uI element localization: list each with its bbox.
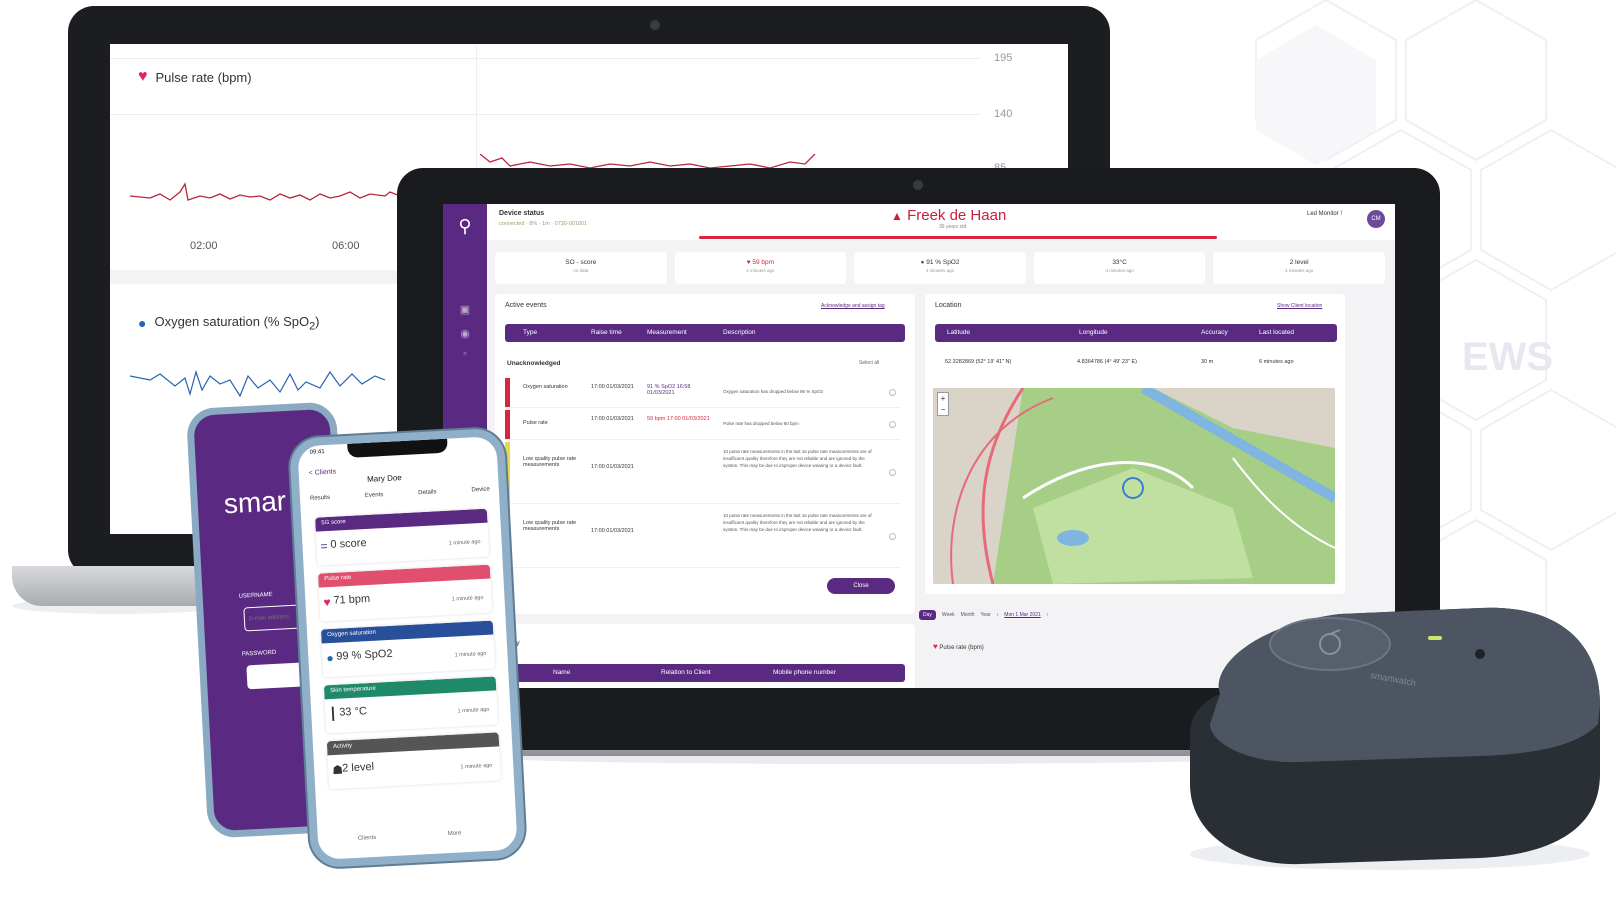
tab-device[interactable]: Device [471,486,490,493]
event-row[interactable]: Low quality pulse rate measurements 17:0… [505,442,900,504]
acknowledge-link[interactable]: Acknowledge and assign tag [821,303,885,309]
location-table-header: Latitude Longitude Accuracy Last located [935,324,1337,342]
stat-score[interactable]: SO - score no data [495,252,667,284]
clients-icon[interactable]: ▣ [455,300,475,320]
x-tick: 06:00 [332,240,360,252]
grid-line [110,58,980,59]
nav-more[interactable]: More [448,830,462,837]
stat-pulse[interactable]: ♥ 59 bpm 4 minutes ago [674,252,847,284]
phone-tabs: Results Events Details Device [310,486,490,501]
device-status-sub: connected · 8% · 1m · 0730-001001 [499,221,588,227]
select-all[interactable]: Select all [859,360,879,366]
droplet-icon: ● [326,650,335,666]
heart-icon: ♥ [323,594,331,610]
search-icon[interactable]: ⚲ [455,216,475,236]
heart-icon: ♥ [138,68,148,85]
client-name: Mary Doe [366,473,402,484]
tab-events[interactable]: Events [365,492,384,499]
tab-year[interactable]: Year [981,612,991,618]
family-panel: Family Name Relation to Client Mobile ph… [495,624,915,688]
warning-icon: ▲ [891,209,903,223]
user-name: Led Monitor ! [1307,211,1343,217]
date-picker[interactable]: Mon 1 Mar 2021 [1004,612,1040,618]
row-checkbox[interactable] [889,533,896,540]
tile-temperature[interactable]: Skin temperature ┃ 33 °C 1 minute ago [323,676,499,734]
patient-header: Device status connected · 8% · 1m · 0730… [487,204,1395,240]
oxygen-chart-title: ● Oxygen saturation (% SpO2) [138,314,320,333]
last-located-value: 6 minutes ago [1259,359,1294,365]
event-row[interactable]: Oxygen saturation 17:00 01/03/2021 91 % … [505,378,900,408]
y-tick: 195 [994,52,1013,64]
row-checkbox[interactable] [889,421,896,428]
heart-icon: ♥ [746,259,751,266]
zoom-control[interactable]: + − [937,392,949,416]
events-title: Active events [505,302,547,309]
tab-week[interactable]: Week [942,612,955,618]
patient-age: 36 years old [939,224,967,230]
phone-notch [347,438,448,458]
stat-activity[interactable]: 2 level 4 minutes ago [1213,252,1385,284]
stat-oxygen[interactable]: ● 91 % SpO2 4 minutes ago [854,252,1026,284]
family-table-header: Name Relation to Client Mobile phone num… [505,664,905,682]
event-row[interactable]: Pulse rate 17:00 01/03/2021 59 bpm 17:00… [505,410,900,440]
location-map[interactable]: + − [933,388,1335,584]
row-checkbox[interactable] [889,469,896,476]
droplet-icon: ● [138,315,147,332]
tab-details[interactable]: Details [418,489,437,496]
equals-icon: = [320,539,328,554]
event-row[interactable]: Low quality pulse rate measurements 17:0… [505,506,900,568]
severity-bar [505,378,510,407]
severity-bar [505,410,510,439]
show-location-link[interactable]: Show Client location [1277,303,1322,309]
eye-icon[interactable]: ◉ [455,324,475,344]
chevron-left-icon[interactable]: ‹ [997,612,999,618]
y-tick: 140 [994,108,1013,120]
back-link[interactable]: < Clients [309,468,337,476]
status-time: 09:41 [309,449,325,456]
events-panel: Active events Acknowledge and assign tag… [495,294,915,614]
tile-pulse[interactable]: Pulse rate ♥ 71 bpm 1 minute ago [317,564,493,622]
group-label: Unacknowledged [507,360,561,367]
tile-activity[interactable]: Activity ☗ 2 level 1 minute ago [326,732,502,790]
brand-logo: smar [223,485,287,520]
username-label: USERNAME [238,591,273,600]
x-tick: 02:00 [190,240,218,252]
password-label: PASSWORD [241,649,277,658]
close-button[interactable]: Close [827,578,895,594]
stat-temperature[interactable]: 33°C 4 minutes ago [1033,252,1206,284]
camera-icon [650,20,660,30]
device-status-title: Device status [499,210,545,217]
settings-icon[interactable]: ◦ [455,344,475,364]
tab-month[interactable]: Month [961,612,975,618]
phone-app: 09:41 < Clients Mary Doe Results Events … [288,427,527,869]
ews-watermark: EWS [1462,335,1554,379]
wearable-device: smartwatch [1180,604,1600,874]
chevron-right-icon[interactable]: › [1047,612,1049,618]
thermometer-icon: ┃ [328,706,337,722]
tile-score[interactable]: 5G score = 0 score 1 minute ago [315,508,490,566]
avatar[interactable]: CM [1367,210,1385,228]
nav-clients[interactable]: Clients [358,835,377,842]
droplet-icon: ● [920,259,925,266]
camera-icon [913,180,923,190]
latitude-value: 52.3282869 (52° 19' 41" N) [945,359,1012,365]
grid-line [110,114,980,115]
events-table-header: Type Raise time Measurement Description [505,324,905,342]
tile-oxygen[interactable]: Oxygen saturation ● 99 % SpO2 1 minute a… [320,620,496,678]
vital-stats: SO - score no data ♥ 59 bpm 4 minutes ag… [495,252,1385,284]
tab-results[interactable]: Results [310,495,330,502]
tab-day[interactable]: Day [919,610,936,620]
longitude-value: 4.8364786 (4° 49' 23" E) [1077,359,1137,365]
accuracy-value: 30 m [1201,359,1214,365]
pulse-chart-title: ♥ Pulse rate (bpm) [138,68,252,85]
row-checkbox[interactable] [889,389,896,396]
alert-rule [699,236,1217,239]
patient-name: ▲ Freek de Haan [891,207,1007,224]
heart-icon: ♥ [933,642,938,651]
location-title: Location [935,302,962,309]
pulse-mini-title: ♥ Pulse rate (bpm) [933,642,984,651]
range-selector: Day Week Month Year ‹ Mon 1 Mar 2021 › [919,610,1048,620]
